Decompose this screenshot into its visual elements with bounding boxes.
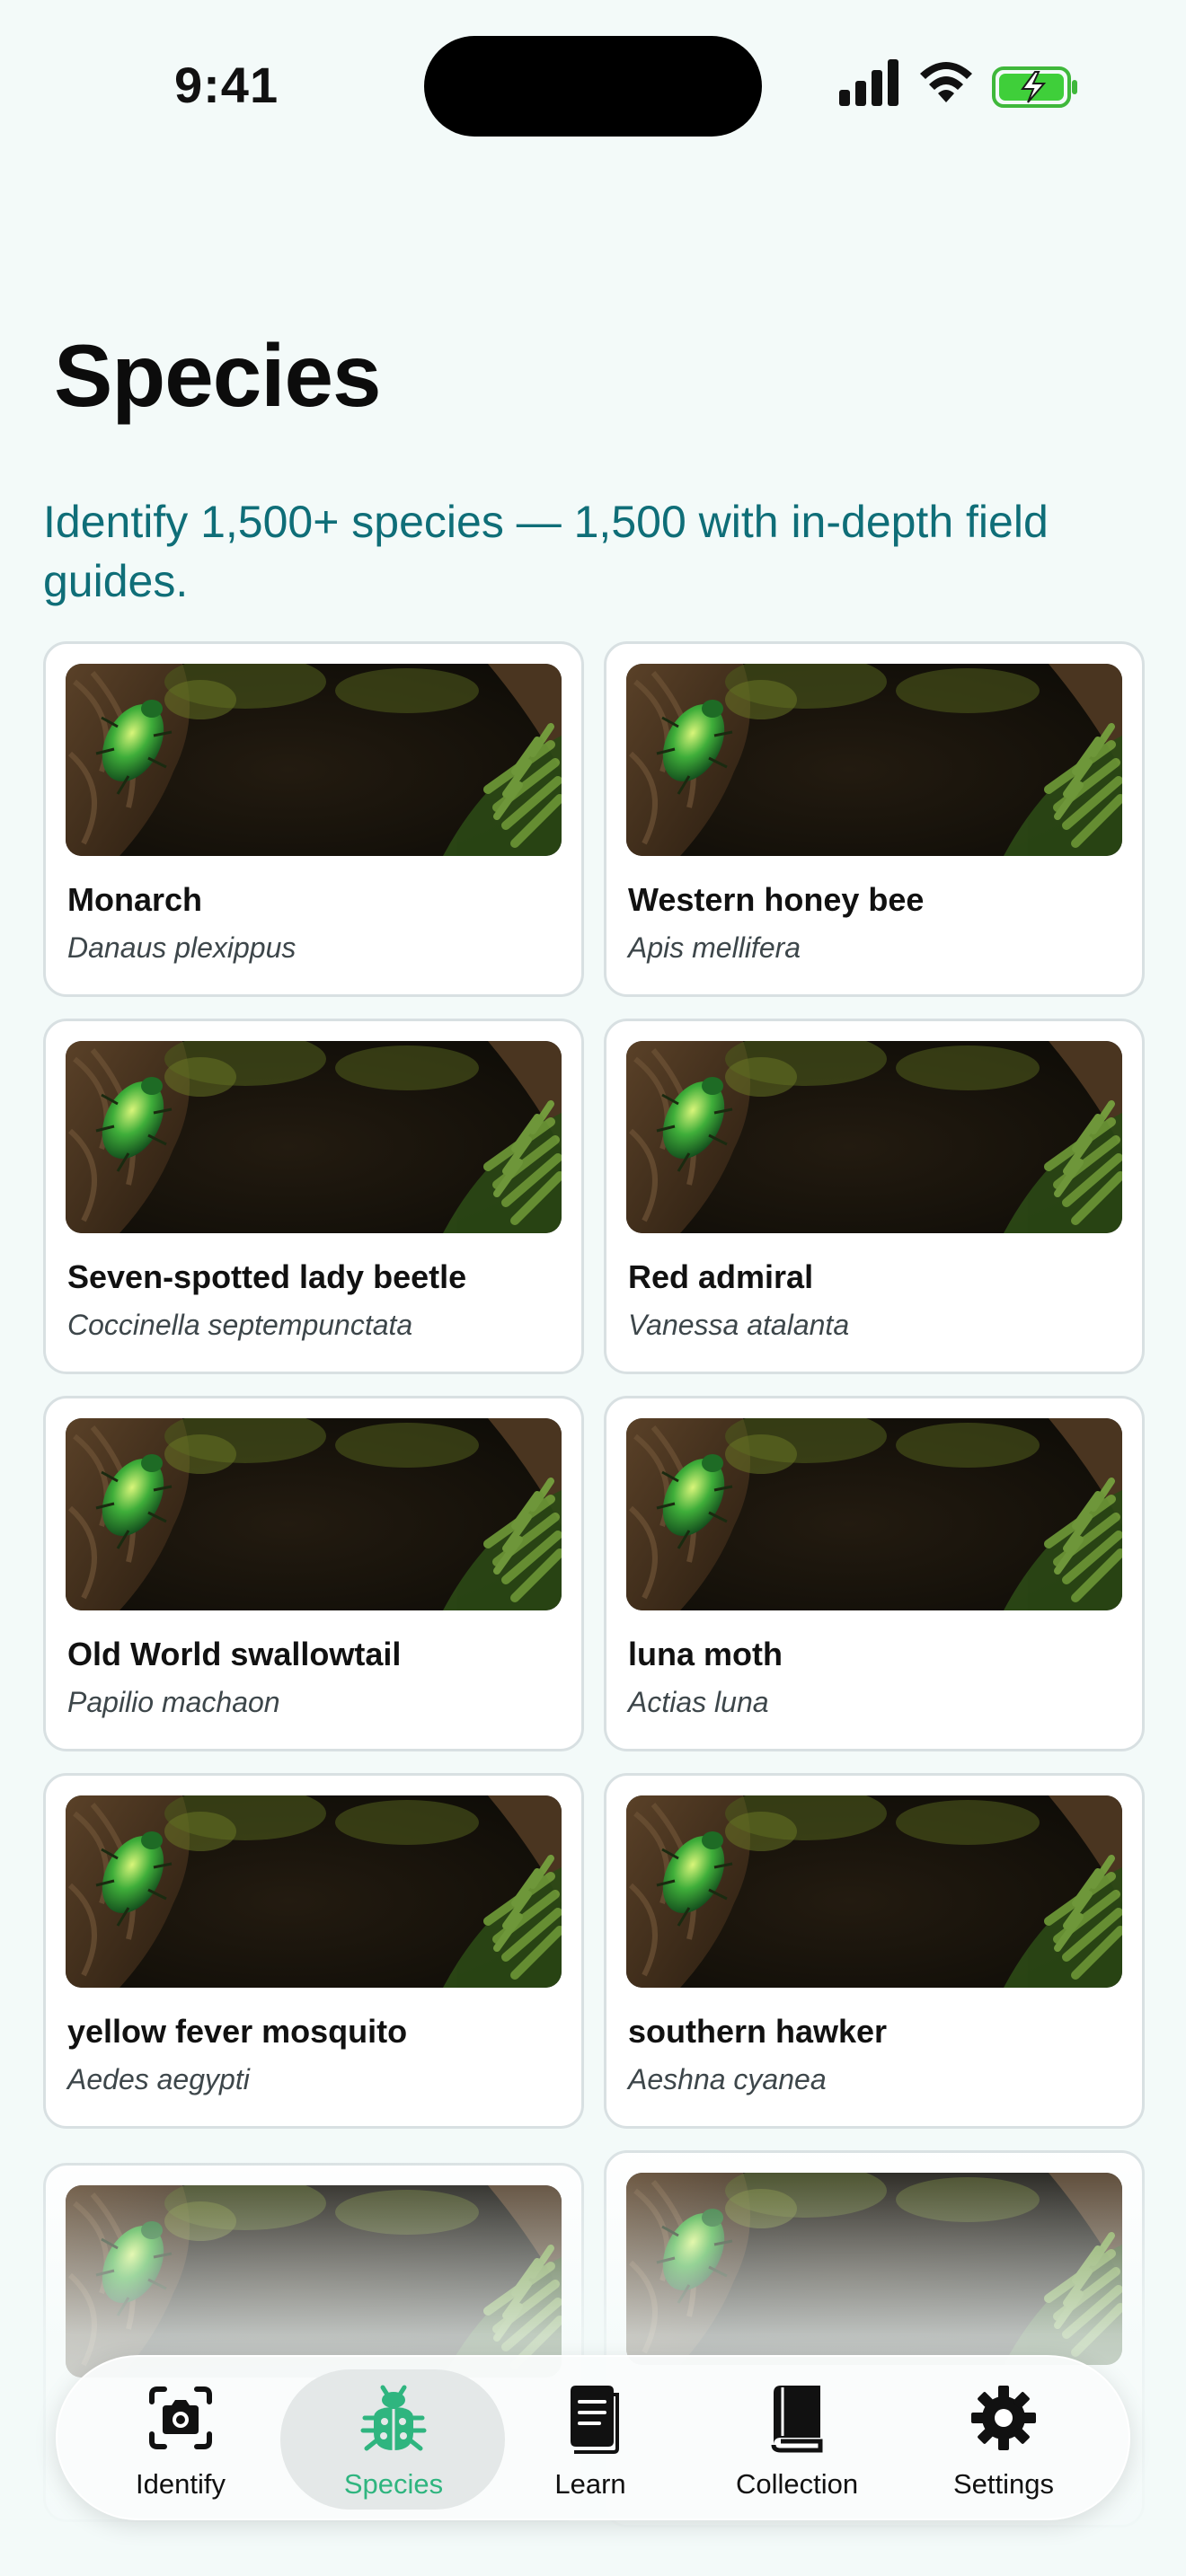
species-card[interactable]: luna moth Actias luna: [604, 1396, 1145, 1751]
species-card[interactable]: Seven-spotted lady beetle Coccinella sep…: [43, 1019, 584, 1374]
cellular-signal-icon: [839, 59, 898, 106]
species-scientific-name: Apis mellifera: [628, 931, 801, 964]
species-scientific-name: Vanessa atalanta: [628, 1309, 850, 1341]
tab-label: Collection: [735, 2468, 859, 2500]
species-photo: [66, 1795, 562, 1988]
species-scientific-name: Aedes aegypti: [67, 2063, 250, 2095]
species-photo: [626, 664, 1122, 856]
species-common-name: Western honey bee: [628, 881, 925, 918]
species-common-name: luna moth: [628, 1636, 783, 1672]
status-bar: 9:41: [0, 0, 1186, 171]
species-scientific-name: Aeshna cyanea: [628, 2063, 827, 2095]
species-scientific-name: Danaus plexippus: [67, 931, 296, 964]
species-card[interactable]: yellow fever mosquito Aedes aegypti: [43, 1773, 584, 2129]
species-photo: [66, 1041, 562, 1233]
species-scientific-name: Papilio machaon: [67, 1686, 280, 1718]
species-photo: [626, 1041, 1122, 1233]
tab-collection[interactable]: Collection: [694, 2357, 900, 2522]
dynamic-island: [424, 36, 762, 137]
wifi-icon: [920, 62, 972, 102]
page-subtitle: Identify 1,500+ species — 1,500 with in-…: [43, 497, 1049, 606]
species-common-name: southern hawker: [628, 2013, 888, 2050]
species-common-name: Red admiral: [628, 1258, 814, 1295]
species-photo: [66, 1418, 562, 1610]
camera-icon: [149, 2386, 212, 2449]
species-common-name: Old World swallowtail: [67, 1636, 402, 1672]
tab-label: Species: [343, 2468, 444, 2500]
species-photo: [626, 1795, 1122, 1988]
tab-label: Settings: [952, 2468, 1054, 2500]
species-photo: [66, 664, 562, 856]
battery-charging-icon: [992, 66, 1077, 108]
tab-learn[interactable]: Learn: [487, 2357, 694, 2522]
book-icon: [771, 2386, 823, 2453]
species-card[interactable]: Monarch Danaus plexippus: [43, 641, 584, 997]
tab-bar: Identify Species Learn Collection Settin…: [56, 2355, 1130, 2520]
tab-settings[interactable]: Settings: [900, 2357, 1107, 2522]
species-photo: [626, 1418, 1122, 1610]
tab-label: Identify: [136, 2468, 226, 2500]
species-card[interactable]: Old World swallowtail Papilio machaon: [43, 1396, 584, 1751]
species-common-name: yellow fever mosquito: [67, 2013, 408, 2050]
tab-label: Learn: [554, 2468, 626, 2500]
tab-species[interactable]: Species: [279, 2357, 509, 2522]
species-card[interactable]: Western honey bee Apis mellifera: [604, 641, 1145, 997]
ladybug-icon: [360, 2385, 427, 2451]
species-common-name: Seven-spotted lady beetle: [67, 1258, 467, 1295]
species-card[interactable]: southern hawker Aeshna cyanea: [604, 1773, 1145, 2129]
gear-icon: [971, 2386, 1036, 2450]
species-common-name: Monarch: [67, 881, 203, 918]
species-scientific-name: Coccinella septempunctata: [67, 1309, 413, 1341]
status-time: 9:41: [174, 57, 279, 113]
notebook-icon: [571, 2386, 619, 2454]
species-scientific-name: Actias luna: [628, 1686, 769, 1718]
tab-identify[interactable]: Identify: [77, 2357, 284, 2522]
page-title: Species: [54, 326, 381, 425]
species-card[interactable]: Red admiral Vanessa atalanta: [604, 1019, 1145, 1374]
